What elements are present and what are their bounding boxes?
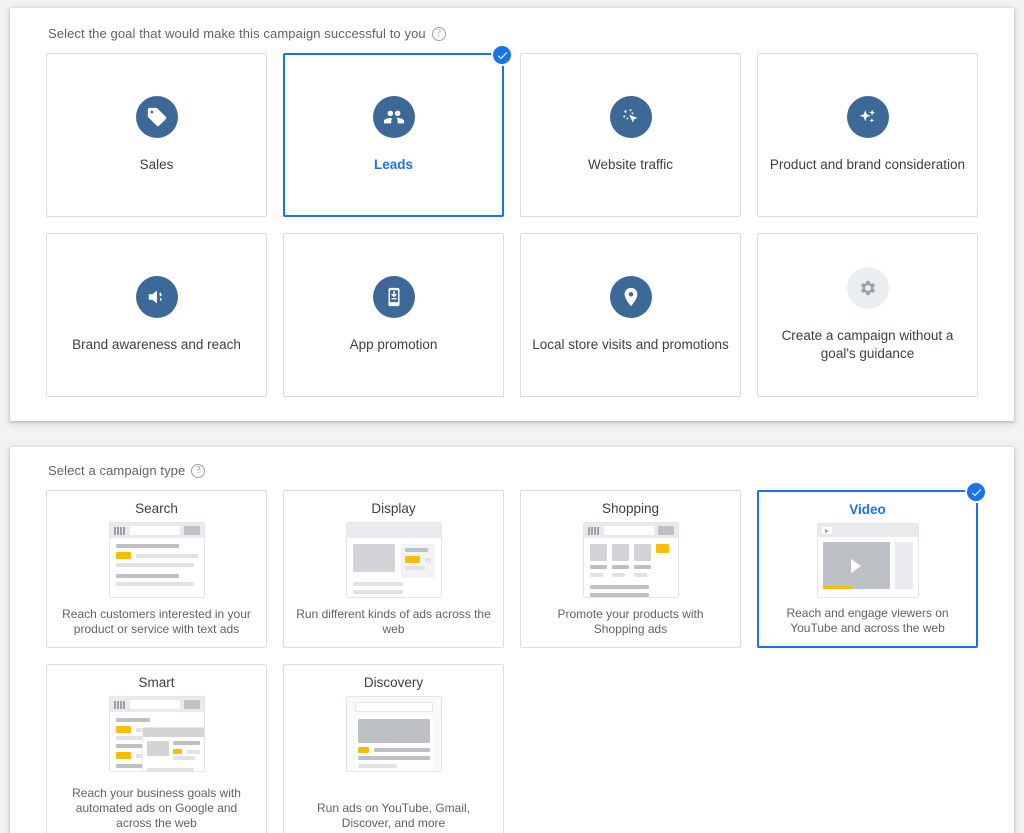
goal-card-brand-awareness-and-reach[interactable]: Brand awareness and reach [46, 233, 267, 397]
mobile-download-icon [372, 276, 415, 318]
goals-section-label: Select the goal that would make this cam… [48, 26, 978, 41]
selected-check-badge [965, 481, 987, 503]
location-pin-icon [609, 276, 652, 318]
campaign-type-description: Reach your business goals with automated… [72, 786, 241, 830]
goal-card-label: App promotion [349, 337, 438, 352]
types-section-label-text: Select a campaign type [48, 463, 186, 478]
goal-card-label: Product and brand consideration [769, 157, 966, 172]
campaign-type-description: Reach customers interested in your produ… [62, 607, 251, 636]
speaker-icon [135, 276, 178, 318]
campaign-type-description: Run ads on YouTube, Gmail, Discover, and… [317, 801, 470, 830]
goal-card-label: Leads [373, 157, 414, 172]
goal-card-label: Website traffic [587, 157, 674, 172]
goal-card-create-a-campaign-without-a-goal-s-guidance[interactable]: Create a campaign without a goal's guida… [757, 233, 978, 397]
campaign-types-panel: Select a campaign type ? Search Reach cus… [10, 447, 1014, 833]
campaign-type-title: Smart [138, 675, 175, 690]
goals-panel: Select the goal that would make this cam… [10, 8, 1014, 421]
goal-card-label: Brand awareness and reach [72, 337, 241, 352]
goal-card-local-store-visits-and-promotions[interactable]: Local store visits and promotions [520, 233, 741, 397]
campaign-type-card-discovery[interactable]: Discovery Run ads on YouTube, Gmail, Disc… [283, 664, 504, 833]
people-icon [372, 96, 415, 138]
campaign-type-card-search[interactable]: Search Reach customers interested in your… [46, 490, 267, 648]
goal-card-website-traffic[interactable]: Website traffic [520, 53, 741, 217]
campaign-type-title: Shopping [601, 501, 660, 516]
search-results-thumbnail [108, 522, 205, 598]
campaign-type-card-display[interactable]: Display Run different kinds of ads across… [283, 490, 504, 648]
selected-check-badge [491, 44, 513, 66]
campaign-type-title: Search [135, 501, 178, 516]
smart-combined-thumbnail [108, 696, 205, 772]
types-section-label: Select a campaign type ? [48, 463, 978, 478]
campaign-type-description: Promote your products with Shopping ads [557, 607, 704, 636]
campaign-type-grid: Search Reach customers interested in your… [46, 481, 987, 833]
campaign-type-description: Run different kinds of ads across the we… [296, 607, 491, 636]
shopping-grid-thumbnail [582, 522, 679, 598]
check-icon [497, 51, 507, 59]
discovery-feed-thumbnail [345, 696, 442, 772]
help-circle-icon[interactable]: ? [191, 463, 206, 478]
campaign-setup-page: Select the goal that would make this cam… [0, 0, 1024, 833]
goal-card-sales[interactable]: Sales [46, 53, 267, 217]
goal-card-product-and-brand-consideration[interactable]: Product and brand consideration [757, 53, 978, 217]
cursor-click-icon [609, 96, 652, 138]
goal-card-leads[interactable]: Leads [283, 44, 513, 217]
help-circle-icon[interactable]: ? [431, 26, 446, 41]
display-banner-thumbnail [345, 522, 442, 598]
sparkle-icon [846, 96, 889, 138]
goal-card-label: Create a campaign without a goal's guida… [781, 328, 954, 361]
campaign-type-card-smart[interactable]: Smart Reach your business goals with auto… [46, 664, 267, 833]
goals-section-label-text: Select the goal that would make this cam… [48, 26, 426, 41]
tag-icon [135, 96, 178, 138]
campaign-type-title: Video [849, 502, 886, 517]
goal-card-app-promotion[interactable]: App promotion [283, 233, 504, 397]
campaign-type-title: Display [371, 501, 416, 516]
goal-card-label: Local store visits and promotions [532, 337, 729, 352]
goal-card-label: Sales [139, 157, 174, 172]
campaign-type-description: Reach and engage viewers on YouTube and … [786, 606, 949, 635]
check-icon [971, 488, 981, 496]
campaign-type-card-video[interactable]: Video Reach and engage viewers on YouTube… [757, 481, 987, 648]
video-player-thumbnail [816, 523, 919, 598]
campaign-type-title: Discovery [363, 675, 424, 690]
gear-icon [846, 267, 889, 309]
goal-grid: Sales Leads Website traffic Product and bra… [46, 44, 978, 397]
campaign-type-card-shopping[interactable]: Shopping Promote your products with Shopp… [520, 490, 741, 648]
